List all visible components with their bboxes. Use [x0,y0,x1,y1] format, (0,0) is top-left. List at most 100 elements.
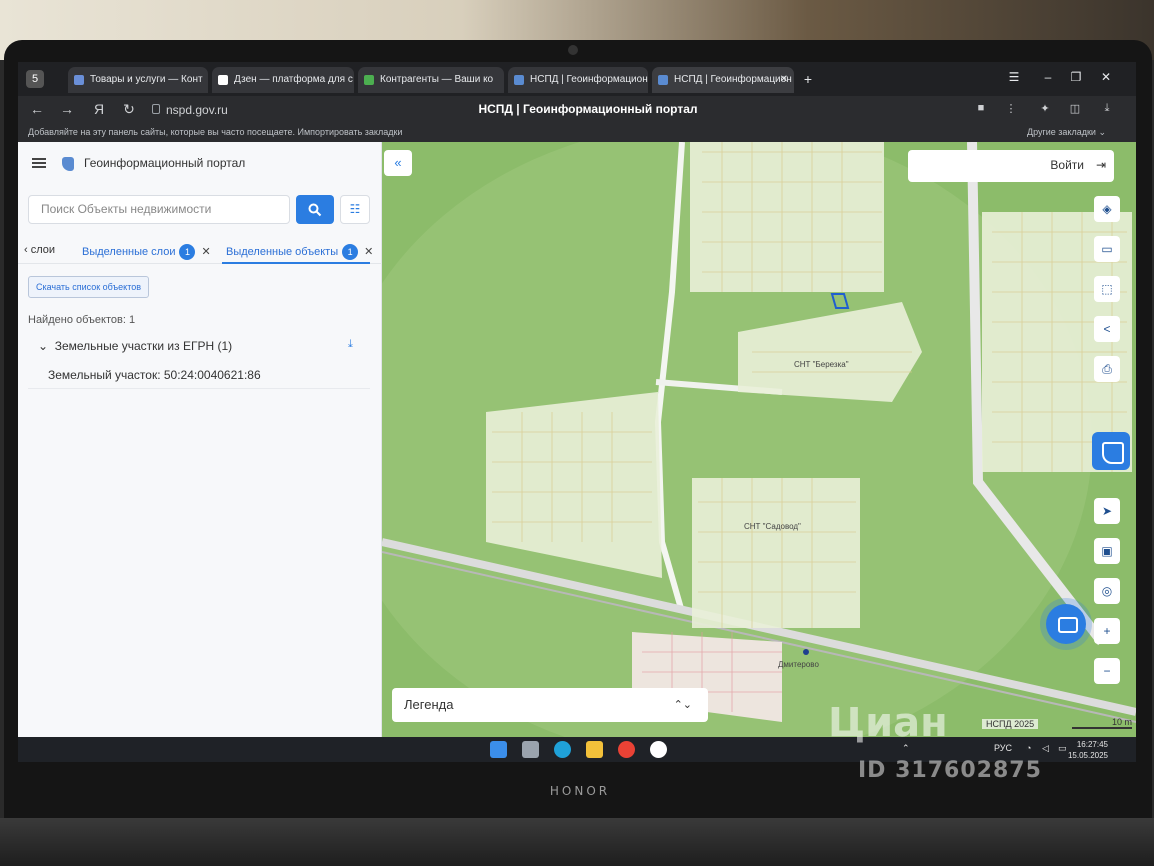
search-button[interactable] [296,195,334,224]
chevron-down-icon: ⌄ [38,339,49,353]
station-marker [803,649,809,655]
target-icon: ◎ [1101,584,1113,598]
bookmarks-hint: Добавляйте на эту панель сайты, которые … [28,127,295,137]
tab-selected-layers[interactable]: Выделенные слои 1 ✕ [82,244,211,260]
new-tab-button[interactable]: + [800,71,816,87]
browser-tab-3[interactable]: Контрагенты — Ваши ко [358,67,504,93]
task-view-icon[interactable] [522,741,539,758]
geolocate-button[interactable]: ➤ [1094,498,1120,524]
maximize-icon[interactable]: ❐ [1068,70,1084,84]
map-attribution: НСПД 2025 [982,719,1039,729]
close-icon[interactable]: ✕ [364,246,373,258]
windows-start-icon[interactable] [490,741,507,758]
reload-icon[interactable]: ↻ [120,101,138,118]
count-badge: 1 [342,244,359,260]
browser-tab-2[interactable]: Дзен — платформа для с [212,67,354,93]
other-bookmarks[interactable]: Другие закладки ⌄ [1027,124,1106,140]
navigation-arrow-icon: ➤ [1101,504,1113,518]
tab-selected-objects[interactable]: Выделенные объекты 1 ✕ [226,244,373,260]
zoom-in-button[interactable]: + [1094,618,1120,644]
tab-label: НСПД | Геоинформацион [530,74,648,85]
page-title: НСПД | Геоинформационный портал [478,102,698,116]
browser-logo-icon[interactable]: 5 [26,70,44,88]
download-list-button[interactable]: Скачать список объектов [28,276,149,298]
battery-icon[interactable]: ▭ [1058,743,1067,754]
map-label-snt-berezka: СНТ "Березка" [794,360,849,369]
portal-title: Геоинформационный портал [84,156,246,170]
close-icon[interactable]: ✕ [201,246,210,258]
map-canvas [382,142,1136,737]
browser-tab-bar: 5 Товары и услуги — Конт Дзен — платформ… [18,62,1136,96]
sidebar: Геоинформационный портал Поиск Объекты н… [18,142,382,737]
select-area-button[interactable]: ⬚ [1094,276,1120,302]
collapse-sidebar-button[interactable]: « [384,150,412,176]
map-scale: 10 m [1072,717,1132,729]
tab-label: Контрагенты — Ваши ко [380,74,494,85]
collections-icon[interactable]: ◫ [1068,102,1082,116]
print-button[interactable]: ⎙ [1094,356,1120,382]
filter-settings-button[interactable]: ☷ [340,195,370,224]
kontragenty-icon [364,75,374,85]
chat-button[interactable] [1046,604,1086,644]
yandex-home-icon[interactable]: Я [90,101,108,117]
list-item[interactable]: Земельный участок: 50:24:0040621:86 [48,368,261,382]
minimize-icon[interactable]: – [1040,70,1056,84]
mail-icon [74,75,84,85]
ruler-button[interactable]: ▭ [1094,236,1120,262]
share-button[interactable]: < [1094,316,1120,342]
login-button[interactable]: Войти ⇥ [908,150,1114,182]
portal-logo-icon [62,157,74,171]
watermark-id: ID 317602875 [858,758,1042,783]
laptop-brand: HONOR [549,784,611,798]
menu-icon[interactable]: ☰ [1006,70,1022,84]
count-badge: 1 [179,244,196,260]
basemap-icon: ▣ [1101,544,1113,558]
bookmark-icon[interactable]: ■ [974,102,988,116]
edge-icon[interactable] [554,741,571,758]
laptop-base [0,818,1154,866]
wifi-icon[interactable]: ◔ [1026,743,1031,753]
browser-tab-1[interactable]: Товары и услуги — Конт [68,67,208,93]
share-icon: < [1103,322,1111,336]
plus-icon: + [1103,624,1111,638]
search-input[interactable]: Поиск Объекты недвижимости [28,195,290,224]
bookmarks-bar: Добавляйте на эту панель сайты, которые … [18,124,1136,142]
extension-icon[interactable]: ✦ [1038,102,1052,116]
tab-layers-label: слои [30,244,56,256]
other-bookmarks-label: Другие закладки [1026,127,1096,137]
close-window-icon[interactable]: ✕ [1098,70,1114,84]
more-icon[interactable]: ⋮ [1004,102,1018,116]
close-tab-icon[interactable]: ✕ [780,67,788,93]
printer-icon: ⎙ [1102,362,1112,376]
browser-tab-4[interactable]: НСПД | Геоинформацион [508,67,648,93]
location-button[interactable]: ◎ [1094,578,1120,604]
layers-button[interactable]: ◈ [1094,196,1120,222]
group-title: Земельные участки из ЕГРН (1) [54,339,233,353]
yandex-browser-icon[interactable] [650,741,667,758]
browser-tab-5-active[interactable]: НСПД | Геоинформацион ✕ [652,67,794,93]
import-bookmarks-link[interactable]: Импортировать закладки [298,127,403,137]
url-field[interactable]: nspd.gov.ru [166,103,228,117]
tab-label: НСПД | Геоинформацион [674,74,792,85]
ruler-icon: ▭ [1101,242,1113,256]
login-label: Войти [1050,158,1084,172]
forward-icon[interactable]: → [58,101,76,117]
hamburger-menu-icon[interactable] [32,158,46,168]
zoom-out-button[interactable]: − [1094,658,1120,684]
back-icon[interactable]: ← [28,101,46,117]
volume-icon[interactable]: ◁ [1042,743,1049,754]
system-clock[interactable]: 16:27:45 15.05.2025 [1068,739,1108,761]
group-header[interactable]: ⌄ Земельные участки из ЕГРН (1) [38,339,232,353]
active-tab-indicator [222,262,370,264]
map[interactable]: СНТ "Березка" СНТ "Садовод" Дмитерово « … [382,142,1136,737]
watermark-logo: Циан [828,700,948,746]
chrome-icon[interactable] [618,741,635,758]
download-icon[interactable]: ⤓ [1100,102,1114,116]
file-explorer-icon[interactable] [586,741,603,758]
download-icon[interactable]: ⤓ [348,338,353,351]
basemap-button[interactable]: ▣ [1094,538,1120,564]
language-indicator[interactable]: РУС [994,743,1012,753]
nspd-brand-button[interactable] [1092,432,1130,470]
tab-layers[interactable]: ‹ слои [24,244,55,256]
legend-dropdown[interactable]: Легенда ⌃⌄ [392,688,708,722]
